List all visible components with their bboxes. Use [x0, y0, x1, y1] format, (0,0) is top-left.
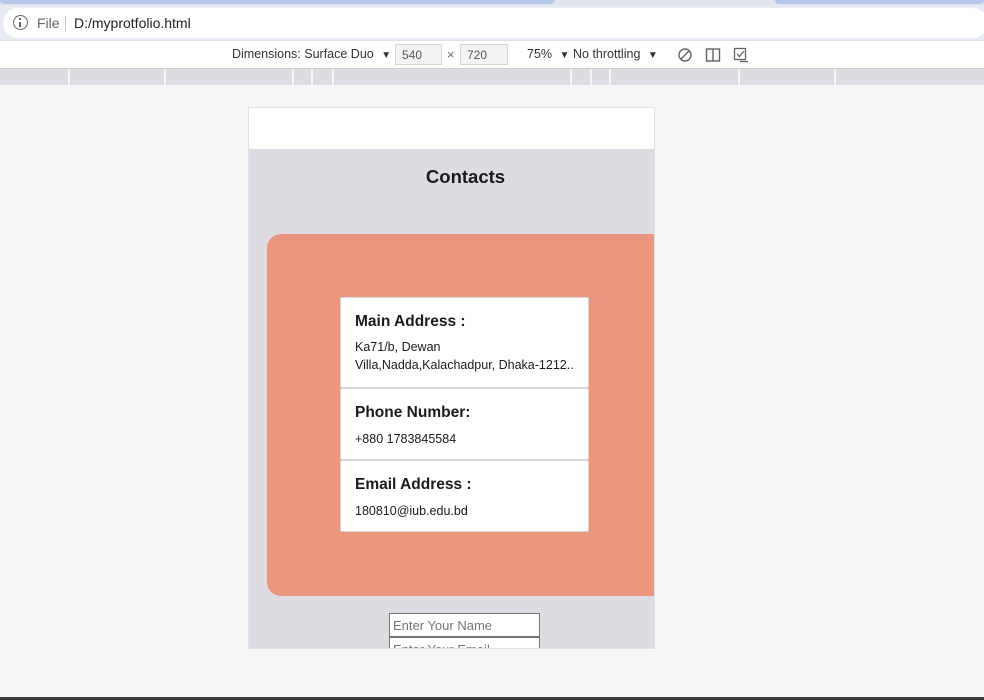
device-viewport: Contacts Main Address : Ka71/b, Dewan Vi…: [248, 107, 655, 649]
scheme-label: File: [37, 15, 60, 31]
omnibox-separator: [65, 16, 66, 31]
height-input[interactable]: 720: [460, 44, 508, 65]
address-title: Main Address :: [355, 313, 466, 330]
phone-card: Phone Number: +880 1783845584: [340, 388, 589, 460]
media-query-bar[interactable]: [0, 69, 984, 85]
rotate-icon[interactable]: [677, 47, 693, 63]
media-query-tick: [570, 69, 572, 85]
media-query-tick: [164, 69, 166, 85]
throttling-select[interactable]: No throttling ▼: [573, 47, 658, 61]
dimensions-label: Dimensions: Surface Duo: [232, 47, 374, 61]
media-query-tick: [609, 69, 611, 85]
omnibox[interactable]: File D:/myprotfolio.html: [3, 8, 984, 38]
name-input[interactable]: [389, 613, 540, 637]
tab-indicator: [775, 0, 984, 4]
email-title: Email Address :: [355, 476, 472, 493]
email-value: 180810@iub.edu.bd: [355, 504, 468, 518]
device-posture-icon[interactable]: [733, 47, 749, 63]
caret-down-icon: ▼: [647, 50, 658, 61]
media-query-tick: [332, 69, 334, 85]
address-card: Main Address : Ka71/b, Dewan Villa,Nadda…: [340, 297, 589, 388]
phone-value: +880 1783845584: [355, 432, 457, 446]
media-query-tick: [292, 69, 294, 85]
info-icon[interactable]: [13, 15, 28, 30]
dual-screen-icon[interactable]: [705, 47, 721, 63]
contacts-title: Contacts: [425, 166, 506, 187]
caret-down-icon: ▼: [559, 50, 570, 61]
media-query-tick: [311, 69, 313, 85]
media-query-tick: [590, 69, 592, 85]
address-bar-row: File D:/myprotfolio.html: [0, 5, 984, 40]
page-header: [249, 108, 654, 149]
email-input[interactable]: [389, 637, 540, 648]
zoom-label: 75%: [527, 47, 553, 61]
width-input[interactable]: 540: [395, 44, 442, 65]
media-query-tick: [834, 69, 836, 85]
tab-active-indicator: [0, 0, 555, 4]
throttling-label: No throttling: [573, 47, 641, 61]
zoom-select[interactable]: 75% ▼: [527, 47, 569, 61]
media-query-tick: [738, 69, 740, 85]
caret-down-icon: ▼: [381, 50, 392, 61]
email-card: Email Address : 180810@iub.edu.bd: [340, 460, 589, 532]
phone-title: Phone Number:: [355, 404, 471, 421]
device-toolbar: Dimensions: Surface Duo ▼ 540 × 720 75% …: [0, 40, 984, 69]
url-text[interactable]: D:/myprotfolio.html: [74, 15, 191, 31]
address-value: Ka71/b, Dewan Villa,Nadda,Kalachadpur, D…: [355, 340, 574, 372]
media-query-tick: [68, 69, 70, 85]
dimensions-select[interactable]: Dimensions: Surface Duo ▼: [232, 47, 391, 61]
times-separator: ×: [447, 48, 455, 62]
